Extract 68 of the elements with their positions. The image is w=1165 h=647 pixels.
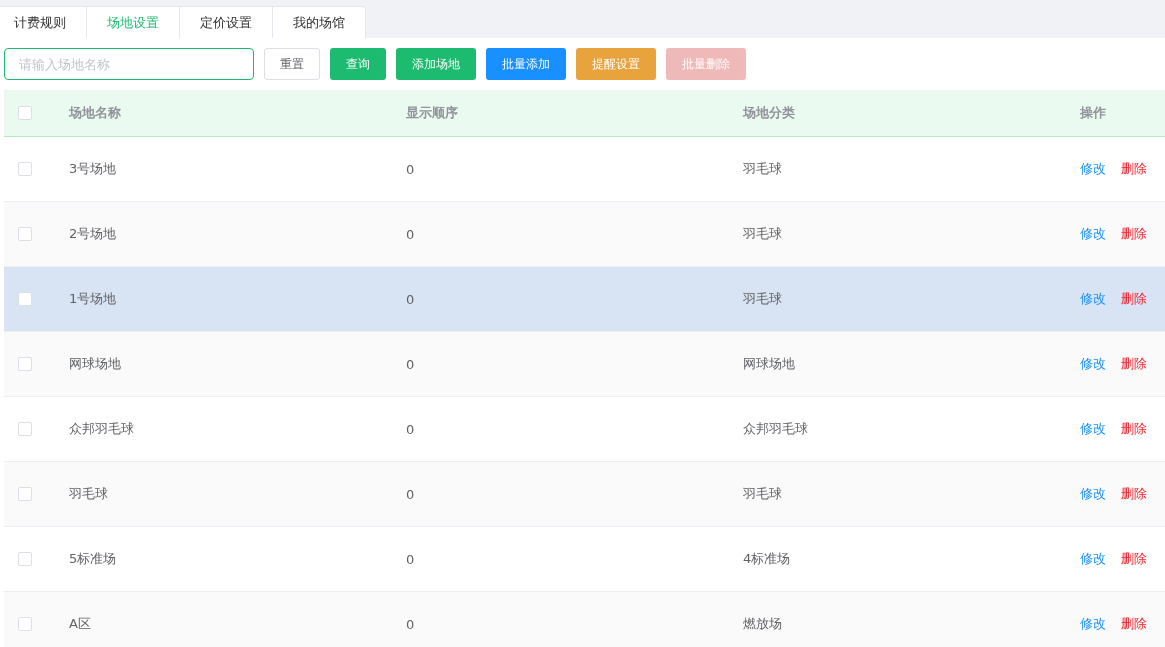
table-cell: 0: [406, 356, 415, 372]
delete-link[interactable]: 删除: [1121, 160, 1147, 178]
table-cell: 众邦羽毛球: [69, 421, 134, 436]
table-cell: 0: [406, 616, 415, 632]
edit-link[interactable]: 修改: [1080, 485, 1106, 503]
table-row[interactable]: 网球场地 0 网球场地 修改 删除: [4, 332, 1165, 397]
tab[interactable]: 场地设置: [87, 6, 180, 38]
table-cell: 0: [406, 226, 415, 242]
table-cell: 0: [406, 161, 415, 177]
edit-link[interactable]: 修改: [1080, 290, 1106, 308]
edit-link[interactable]: 修改: [1080, 355, 1106, 373]
table-cell: 2号场地: [69, 226, 117, 241]
edit-link[interactable]: 修改: [1080, 550, 1106, 568]
column-header: 场地分类: [743, 105, 795, 120]
toolbar-button[interactable]: 添加场地: [396, 48, 476, 80]
table-cell: 4标准场: [743, 551, 791, 566]
delete-link[interactable]: 删除: [1121, 290, 1147, 308]
table-cell: A区: [69, 616, 91, 631]
row-checkbox[interactable]: [18, 617, 32, 631]
table-cell: 0: [406, 421, 415, 437]
row-checkbox[interactable]: [18, 162, 32, 176]
delete-link[interactable]: 删除: [1121, 355, 1147, 373]
table-row[interactable]: 羽毛球 0 羽毛球 修改 删除: [4, 462, 1165, 527]
delete-link[interactable]: 删除: [1121, 550, 1147, 568]
edit-link[interactable]: 修改: [1080, 160, 1106, 178]
table-cell: 羽毛球: [69, 486, 108, 501]
table-cell: 0: [406, 551, 415, 567]
edit-link[interactable]: 修改: [1080, 615, 1106, 633]
search-field[interactable]: 请输入场地名称: [4, 48, 254, 80]
table-cell: 众邦羽毛球: [743, 421, 808, 436]
table-cell: 羽毛球: [743, 161, 782, 176]
table-cell: 3号场地: [69, 161, 117, 176]
tab[interactable]: 计费规则: [0, 6, 87, 38]
select-all-checkbox[interactable]: [18, 106, 32, 120]
row-checkbox[interactable]: [18, 422, 32, 436]
row-checkbox[interactable]: [18, 292, 32, 306]
table-row[interactable]: 1号场地 0 羽毛球 修改 删除: [4, 267, 1165, 332]
column-header: 操作: [1080, 104, 1106, 122]
row-checkbox[interactable]: [18, 487, 32, 501]
table-row[interactable]: A区 0 燃放场 修改 删除: [4, 592, 1165, 647]
delete-link[interactable]: 删除: [1121, 485, 1147, 503]
edit-link[interactable]: 修改: [1080, 225, 1106, 243]
delete-link[interactable]: 删除: [1121, 225, 1147, 243]
tab[interactable]: 我的场馆: [273, 6, 366, 38]
row-checkbox[interactable]: [18, 552, 32, 566]
table-cell: 0: [406, 486, 415, 502]
toolbar-button[interactable]: 批量添加: [486, 48, 566, 80]
tab[interactable]: 定价设置: [180, 6, 273, 38]
table-cell: 羽毛球: [743, 486, 782, 501]
delete-link[interactable]: 删除: [1121, 420, 1147, 438]
table-cell: 羽毛球: [743, 291, 782, 306]
toolbar-button[interactable]: 查询: [330, 48, 386, 80]
edit-link[interactable]: 修改: [1080, 420, 1106, 438]
table-row[interactable]: 2号场地 0 羽毛球 修改 删除: [4, 202, 1165, 267]
table-cell: 燃放场: [743, 616, 782, 631]
column-header: 场地名称: [69, 105, 121, 120]
table-cell: 网球场地: [69, 356, 121, 371]
row-checkbox[interactable]: [18, 357, 32, 371]
delete-link[interactable]: 删除: [1121, 615, 1147, 633]
table-cell: 网球场地: [743, 356, 795, 371]
column-header: 显示顺序: [406, 105, 458, 120]
toolbar-button[interactable]: 提醒设置: [576, 48, 656, 80]
table-cell: 5标准场: [69, 551, 117, 566]
row-checkbox[interactable]: [18, 227, 32, 241]
table-cell: 1号场地: [69, 291, 117, 306]
table-cell: 0: [406, 291, 415, 307]
table-cell: 羽毛球: [743, 226, 782, 241]
toolbar-button[interactable]: 重置: [264, 48, 320, 80]
